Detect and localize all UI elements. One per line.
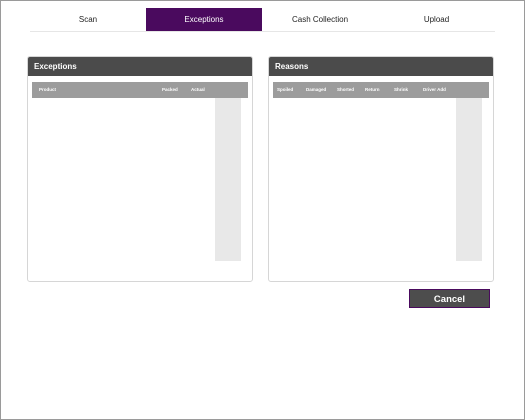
exceptions-panel: Exceptions Product Packed Actual <box>27 56 253 282</box>
app-window: Scan Exceptions Cash Collection Upload E… <box>0 0 525 420</box>
column-shrink[interactable]: Shrink <box>394 82 408 98</box>
reasons-panel-title: Reasons <box>269 57 493 76</box>
column-product[interactable]: Product <box>39 82 56 98</box>
cancel-button[interactable]: Cancel <box>409 289 490 308</box>
exceptions-scrollbar[interactable] <box>215 98 241 261</box>
reasons-scrollbar[interactable] <box>456 98 482 261</box>
column-damaged[interactable]: Damaged <box>306 82 326 98</box>
reasons-column-header: Spoiled Damaged Shorted Return Shrink Dr… <box>273 82 489 98</box>
tab-exceptions[interactable]: Exceptions <box>146 8 262 31</box>
column-shorted[interactable]: Shorted <box>337 82 354 98</box>
column-spoiled[interactable]: Spoiled <box>277 82 293 98</box>
tab-scan[interactable]: Scan <box>30 8 146 31</box>
tab-bar: Scan Exceptions Cash Collection Upload <box>30 8 495 32</box>
tab-upload[interactable]: Upload <box>378 8 495 31</box>
column-return[interactable]: Return <box>365 82 380 98</box>
exceptions-panel-title: Exceptions <box>28 57 252 76</box>
column-actual[interactable]: Actual <box>191 82 205 98</box>
exceptions-column-header: Product Packed Actual <box>32 82 248 98</box>
column-driver-add[interactable]: Driver Add <box>423 82 446 98</box>
reasons-panel: Reasons Spoiled Damaged Shorted Return S… <box>268 56 494 282</box>
column-packed[interactable]: Packed <box>162 82 178 98</box>
tab-cash-collection[interactable]: Cash Collection <box>262 8 378 31</box>
